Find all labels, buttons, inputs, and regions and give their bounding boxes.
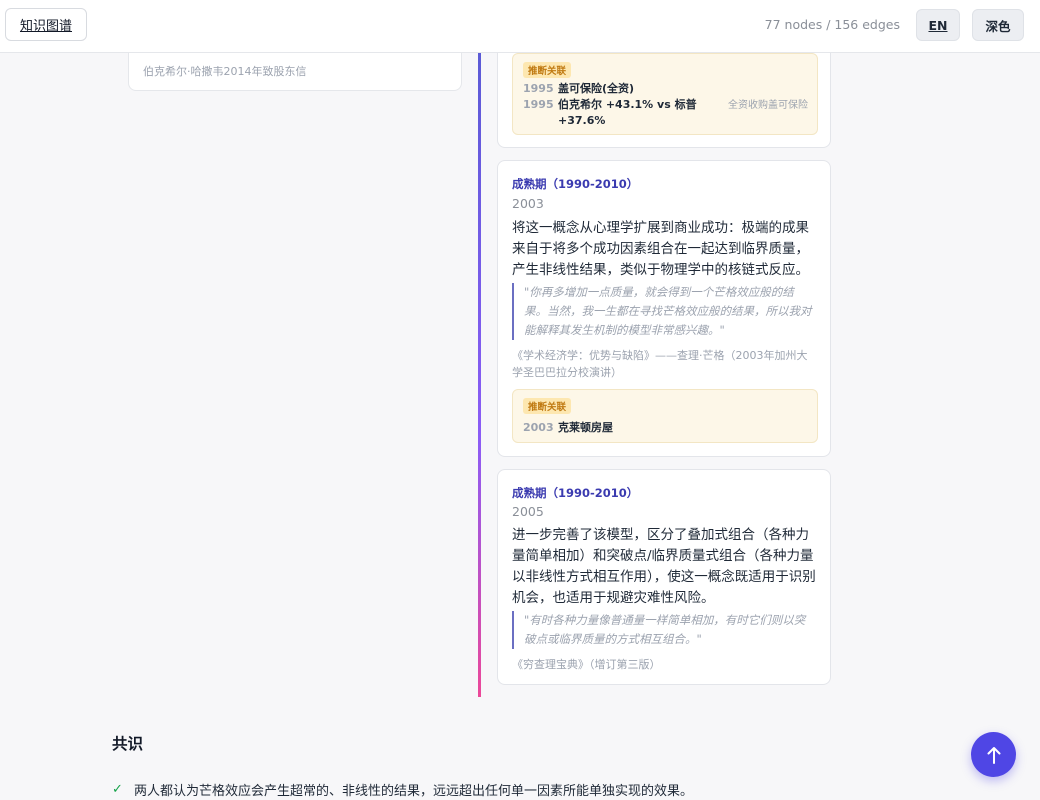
timeline-card: 成熟期（1990-2010） 2005 进一步完善了该模型，区分了叠加式组合（各…	[497, 469, 831, 685]
event-link[interactable]: 伯克希尔 +43.1% vs 标普	[558, 97, 697, 113]
check-icon: ✓	[112, 782, 123, 797]
event-year: 1995	[523, 98, 554, 111]
event-year: 2003	[523, 421, 554, 434]
timeline-line	[478, 52, 481, 697]
inferred-badge: 推断关联	[523, 398, 572, 414]
inferred-links: 推断关联 2003 克莱顿房屋	[512, 389, 818, 443]
top-bar: 知识图谱 77 nodes / 156 edges EN 深色	[0, 0, 1040, 53]
card-description: 将这一概念从心理学扩展到商业成功：极端的成果来自于将多个成功因素组合在一起达到临…	[512, 220, 809, 278]
consensus-item: 两人都认为芒格效应会产生超常的、非线性的结果，远远超出任何单一因素所能单独实现的…	[134, 784, 694, 799]
event-year: 1995	[523, 82, 554, 95]
inferred-badge: 推断关联	[523, 62, 572, 78]
card-description: 进一步完善了该模型，区分了叠加式组合（各种力量简单相加）和突破点/临界质量式组合…	[512, 527, 816, 606]
event-note: 全资收购盖可保险	[728, 100, 808, 111]
language-toggle-button[interactable]: EN	[916, 9, 960, 41]
card-source: 《穷查理宝典》（增订第三版）	[512, 658, 661, 671]
scroll-to-top-button[interactable]	[971, 732, 1016, 777]
graph-stats: 77 nodes / 156 edges	[764, 17, 900, 32]
consensus-heading: 共识	[112, 735, 144, 753]
card-quote: "你再多增加一点质量，就会得到一个芒格效应般的结果。当然，我一生都在寻找芒格效应…	[512, 283, 814, 340]
arrow-up-icon	[987, 746, 1000, 764]
era-label: 成熟期（1990-2010）	[512, 486, 639, 500]
card-source: 伯克希尔·哈撒韦2014年致股东信	[143, 65, 307, 78]
card-year: 2003	[512, 196, 544, 211]
theme-toggle-button[interactable]: 深色	[972, 9, 1024, 41]
event-link[interactable]: 盖可保险(全资)	[558, 81, 634, 97]
era-label: 成熟期（1990-2010）	[512, 177, 639, 191]
knowledge-graph-button[interactable]: 知识图谱	[5, 8, 87, 41]
inferred-links: 推断关联 1995 盖可保险(全资) 1995 伯克希尔 +43.1% vs 标…	[512, 53, 818, 135]
card-quote: "有时各种力量像普通量一样简单相加，有时它们则以突破点或临界质量的方式相互组合。…	[512, 611, 814, 649]
timeline-card: 成熟期（1990-2010） 2003 将这一概念从心理学扩展到商业成功：极端的…	[497, 160, 831, 457]
event-link[interactable]: 克莱顿房屋	[558, 420, 613, 436]
card-year: 2005	[512, 504, 544, 519]
card-source: 《学术经济学：优势与缺陷》——查理·芒格（2003年加州大学圣巴巴拉分校演讲）	[512, 349, 808, 379]
event-link-continued[interactable]: +37.6%	[558, 113, 605, 129]
